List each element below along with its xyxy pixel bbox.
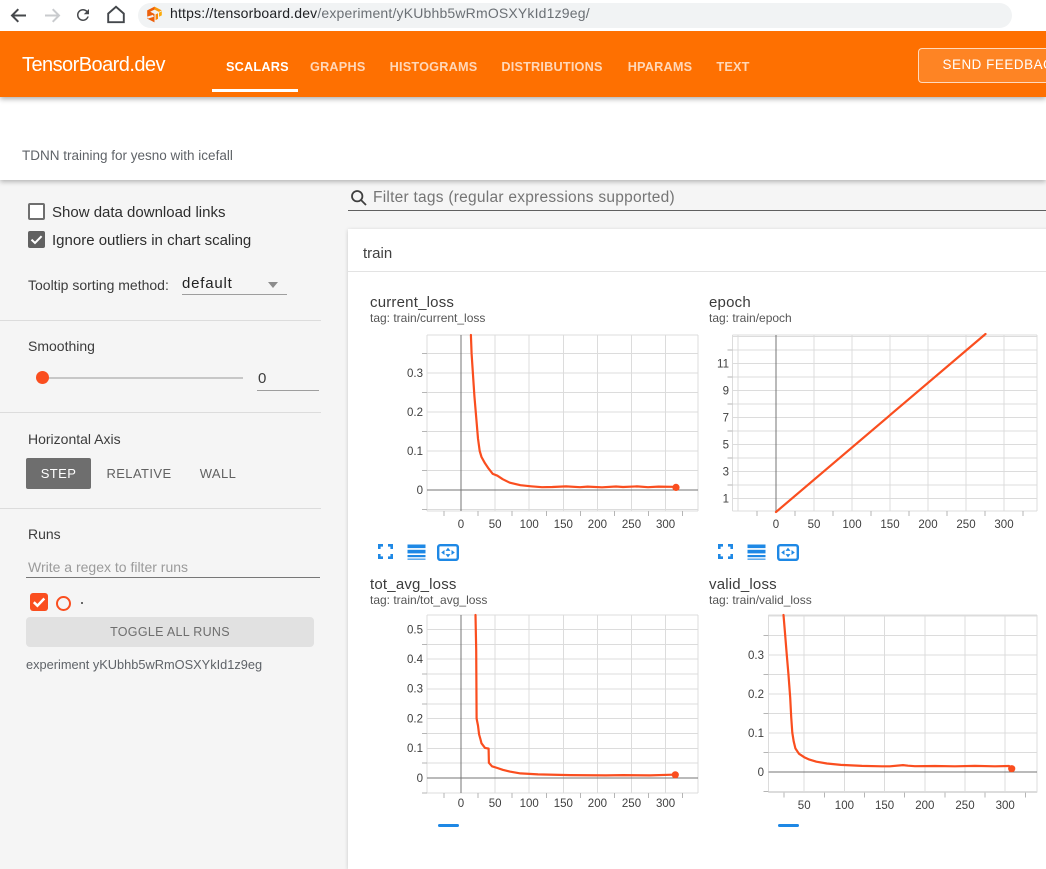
svg-text:0: 0 [458,798,464,810]
svg-text:300: 300 [994,519,1013,531]
svg-text:3: 3 [723,466,729,478]
svg-text:0: 0 [458,519,464,531]
svg-text:50: 50 [808,519,821,531]
svg-text:0.1: 0.1 [407,743,423,755]
svg-text:150: 150 [554,519,573,531]
svg-text:0.3: 0.3 [748,650,764,662]
svg-text:0.5: 0.5 [407,624,423,636]
svg-text:150: 150 [554,798,573,810]
svg-text:150: 150 [880,519,899,531]
svg-text:0.1: 0.1 [748,728,764,740]
svg-text:0: 0 [773,519,779,531]
svg-text:1: 1 [723,493,729,505]
svg-text:0.3: 0.3 [407,368,423,380]
svg-text:100: 100 [842,519,861,531]
svg-text:0: 0 [417,485,423,497]
svg-text:250: 250 [622,519,641,531]
svg-text:150: 150 [875,800,894,812]
svg-text:200: 200 [588,798,607,810]
svg-text:200: 200 [588,519,607,531]
svg-text:50: 50 [798,800,811,812]
svg-text:0.2: 0.2 [407,407,423,419]
svg-text:0.3: 0.3 [407,684,423,696]
svg-text:5: 5 [723,439,729,451]
svg-text:9: 9 [723,385,729,397]
svg-text:200: 200 [915,800,934,812]
svg-text:7: 7 [723,412,729,424]
svg-text:200: 200 [918,519,937,531]
svg-text:11: 11 [717,358,729,370]
svg-text:100: 100 [835,800,854,812]
svg-text:100: 100 [520,798,539,810]
svg-text:0.2: 0.2 [407,713,423,725]
svg-text:100: 100 [520,519,539,531]
svg-text:250: 250 [622,798,641,810]
svg-text:50: 50 [489,519,502,531]
svg-text:50: 50 [489,798,502,810]
svg-text:0: 0 [417,773,423,785]
svg-text:250: 250 [956,519,975,531]
svg-text:0: 0 [758,767,764,779]
svg-text:300: 300 [656,798,675,810]
svg-text:0.2: 0.2 [748,689,764,701]
svg-text:0.1: 0.1 [407,446,423,458]
svg-text:0.4: 0.4 [407,654,424,666]
svg-text:250: 250 [955,800,974,812]
svg-text:300: 300 [996,800,1015,812]
svg-text:300: 300 [656,519,675,531]
